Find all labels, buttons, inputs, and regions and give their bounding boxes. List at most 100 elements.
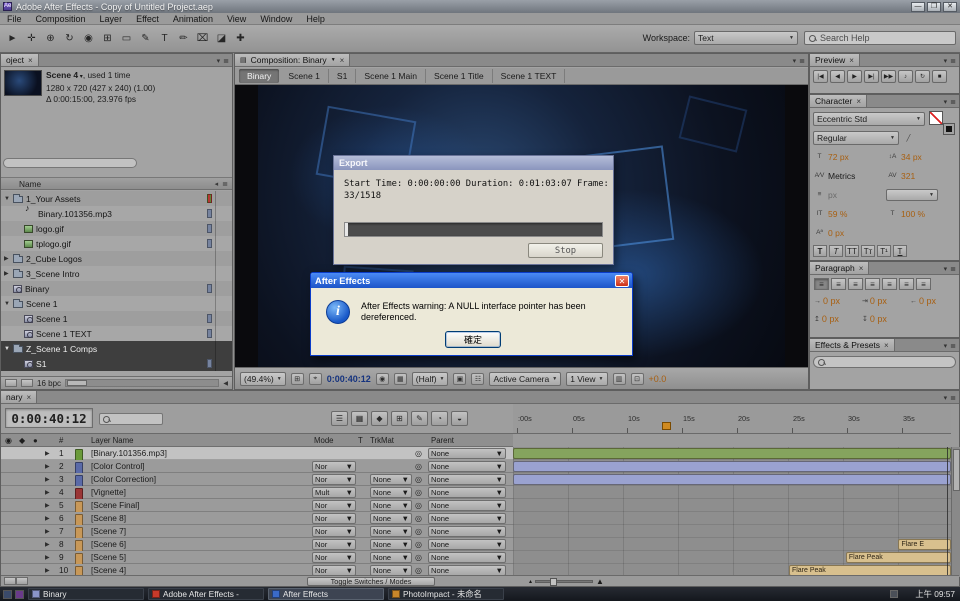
- superscript-button[interactable]: T¹: [877, 245, 891, 257]
- twirl-icon[interactable]: ▶: [45, 499, 50, 511]
- layer-name[interactable]: [Scene 5]: [91, 551, 306, 563]
- tool-icon[interactable]: ◉: [80, 30, 97, 47]
- transport-button[interactable]: ▶▶: [881, 70, 896, 83]
- layer-row[interactable]: ▶ 5 [Scene Final] Nor▼ None▼ ◎ None▼: [1, 499, 513, 512]
- effects-search-input[interactable]: [813, 356, 956, 368]
- faux-bold-button[interactable]: T: [813, 245, 827, 257]
- horizontal-scrollbar[interactable]: [65, 379, 219, 387]
- composition-tab[interactable]: Binary: [239, 69, 279, 83]
- font-family-dropdown[interactable]: Eccentric Std▼: [813, 112, 925, 126]
- panel-menu-icon[interactable]: ≣: [950, 57, 956, 65]
- region-of-interest-icon[interactable]: ▣: [453, 373, 466, 385]
- menu-item[interactable]: Help: [299, 14, 332, 24]
- close-icon[interactable]: ×: [859, 264, 864, 273]
- indent-left-value[interactable]: 0 px: [823, 296, 840, 306]
- indent-first-line-value[interactable]: 0 px: [870, 296, 887, 306]
- space-after-value[interactable]: 0 px: [870, 314, 887, 324]
- eyedropper-icon[interactable]: ╱: [902, 134, 915, 142]
- pick-whip-icon[interactable]: ◎: [415, 473, 422, 485]
- project-item-row[interactable]: ▼ Scene 1: [1, 296, 232, 311]
- layer-bar[interactable]: [513, 461, 951, 472]
- magnification-dropdown[interactable]: (49.4%)▼: [240, 372, 286, 386]
- all-caps-button[interactable]: TT: [845, 245, 859, 257]
- menu-item[interactable]: Layer: [93, 14, 130, 24]
- number-column-header[interactable]: #: [59, 436, 63, 445]
- menu-item[interactable]: File: [0, 14, 29, 24]
- auto-keyframe-icon[interactable]: ◒: [451, 411, 468, 426]
- layer-name[interactable]: [Color Correction]: [91, 473, 306, 485]
- mask-visibility-icon[interactable]: ⌖: [309, 373, 322, 385]
- project-item-row[interactable]: Binary: [1, 281, 232, 296]
- tool-icon[interactable]: ✚: [232, 30, 249, 47]
- blend-mode-dropdown[interactable]: Nor▼: [312, 500, 356, 511]
- align-right-button[interactable]: ≡: [848, 278, 863, 290]
- close-icon[interactable]: ×: [884, 341, 889, 350]
- mode-column-header[interactable]: Mode: [314, 436, 334, 445]
- warning-dialog-titlebar[interactable]: After Effects: [311, 273, 632, 288]
- composition-tab[interactable]: S1: [329, 69, 357, 83]
- export-dialog-title[interactable]: Export: [334, 156, 613, 170]
- work-area-marker[interactable]: [662, 422, 671, 430]
- project-item-row[interactable]: Scene 1 TEXT: [1, 326, 232, 341]
- pick-whip-icon[interactable]: ◎: [415, 512, 422, 524]
- tool-icon[interactable]: ✛: [23, 30, 40, 47]
- brainstorm-icon[interactable]: ◔: [431, 411, 448, 426]
- parent-dropdown[interactable]: None▼: [428, 513, 506, 524]
- composition-tab[interactable]: Scene 1 Title: [426, 69, 493, 83]
- layer-row[interactable]: ▶ 6 [Scene 8] Nor▼ None▼ ◎ None▼: [1, 512, 513, 525]
- close-icon[interactable]: ×: [28, 56, 33, 65]
- tool-icon[interactable]: ⌧: [194, 30, 211, 47]
- twirl-icon[interactable]: ▼: [4, 301, 13, 307]
- layer-name[interactable]: [Scene Final]: [91, 499, 306, 511]
- project-item-row[interactable]: Scene 1: [1, 311, 232, 326]
- camera-dropdown[interactable]: Active Camera▼: [489, 372, 561, 386]
- panel-collapse-icon[interactable]: ▾: [944, 394, 948, 402]
- layer-name[interactable]: [Scene 8]: [91, 512, 306, 524]
- zoom-in-icon[interactable]: ▲: [596, 577, 604, 586]
- indent-right-value[interactable]: 0 px: [919, 296, 936, 306]
- baseline-shift-value[interactable]: 0 px: [828, 228, 844, 238]
- layer-name[interactable]: [Vignette]: [91, 486, 306, 498]
- pick-whip-icon[interactable]: ◎: [415, 447, 422, 459]
- t-column-header[interactable]: T: [358, 436, 363, 445]
- track-matte-dropdown[interactable]: None▼: [370, 474, 412, 485]
- track-matte-dropdown[interactable]: None▼: [370, 539, 412, 550]
- layer-bar[interactable]: [513, 474, 951, 485]
- font-size-value[interactable]: 72 px: [828, 152, 849, 162]
- layer-row[interactable]: ▶ 1 [Binary.101356.mp3] ▼ ▼ ◎ None▼: [1, 447, 513, 460]
- list-icon[interactable]: ≣: [222, 180, 228, 188]
- bit-depth-button[interactable]: 16 bpc: [37, 379, 61, 388]
- panel-menu-icon[interactable]: ≣: [950, 342, 956, 350]
- menu-item[interactable]: Composition: [29, 14, 93, 24]
- panel-collapse-icon[interactable]: ▾: [944, 98, 948, 106]
- layer-row[interactable]: ▶ 2 [Color Control] Nor▼ ▼ ◎ None▼: [1, 460, 513, 473]
- twirl-icon[interactable]: ▶: [45, 551, 50, 563]
- interpret-footage-icon[interactable]: [5, 379, 17, 387]
- justify-last-right-button[interactable]: ≡: [899, 278, 914, 290]
- composition-panel-tab[interactable]: ▤ Composition: Binary ▼ ×: [235, 54, 350, 66]
- layer-name[interactable]: [Scene 6]: [91, 538, 306, 550]
- help-search-input[interactable]: Search Help: [804, 31, 956, 45]
- justify-all-button[interactable]: ≡: [916, 278, 931, 290]
- panel-collapse-icon[interactable]: ▾: [793, 57, 797, 65]
- transport-button[interactable]: ♪: [898, 70, 913, 83]
- timeline-vertical-scrollbar[interactable]: [951, 447, 960, 577]
- layer-row[interactable]: ▶ 7 [Scene 7] Nor▼ None▼ ◎ None▼: [1, 525, 513, 538]
- preview-tab[interactable]: Preview×: [810, 54, 860, 66]
- fill-color-swatch[interactable]: [929, 111, 943, 125]
- blend-mode-dropdown[interactable]: Nor▼: [312, 539, 356, 550]
- blend-mode-dropdown[interactable]: Nor▼: [312, 461, 356, 472]
- minimize-button[interactable]: —: [911, 2, 925, 12]
- layer-bar[interactable]: Flare Peak: [846, 552, 951, 563]
- track-matte-dropdown[interactable]: None▼: [370, 500, 412, 511]
- twirl-icon[interactable]: ▼: [4, 346, 13, 352]
- taskbar-item[interactable]: After Effects: [268, 588, 384, 600]
- fast-previews-icon[interactable]: ⊡: [631, 373, 644, 385]
- new-folder-icon[interactable]: [21, 379, 33, 387]
- layer-row[interactable]: ▶ 9 [Scene 5] Nor▼ None▼ ◎ None▼: [1, 551, 513, 564]
- font-style-dropdown[interactable]: Regular▼: [813, 131, 899, 145]
- close-icon[interactable]: ×: [27, 393, 32, 402]
- blend-mode-dropdown[interactable]: Nor▼: [312, 526, 356, 537]
- twirl-icon[interactable]: ▶: [45, 486, 50, 498]
- panel-menu-icon[interactable]: ≣: [799, 57, 805, 65]
